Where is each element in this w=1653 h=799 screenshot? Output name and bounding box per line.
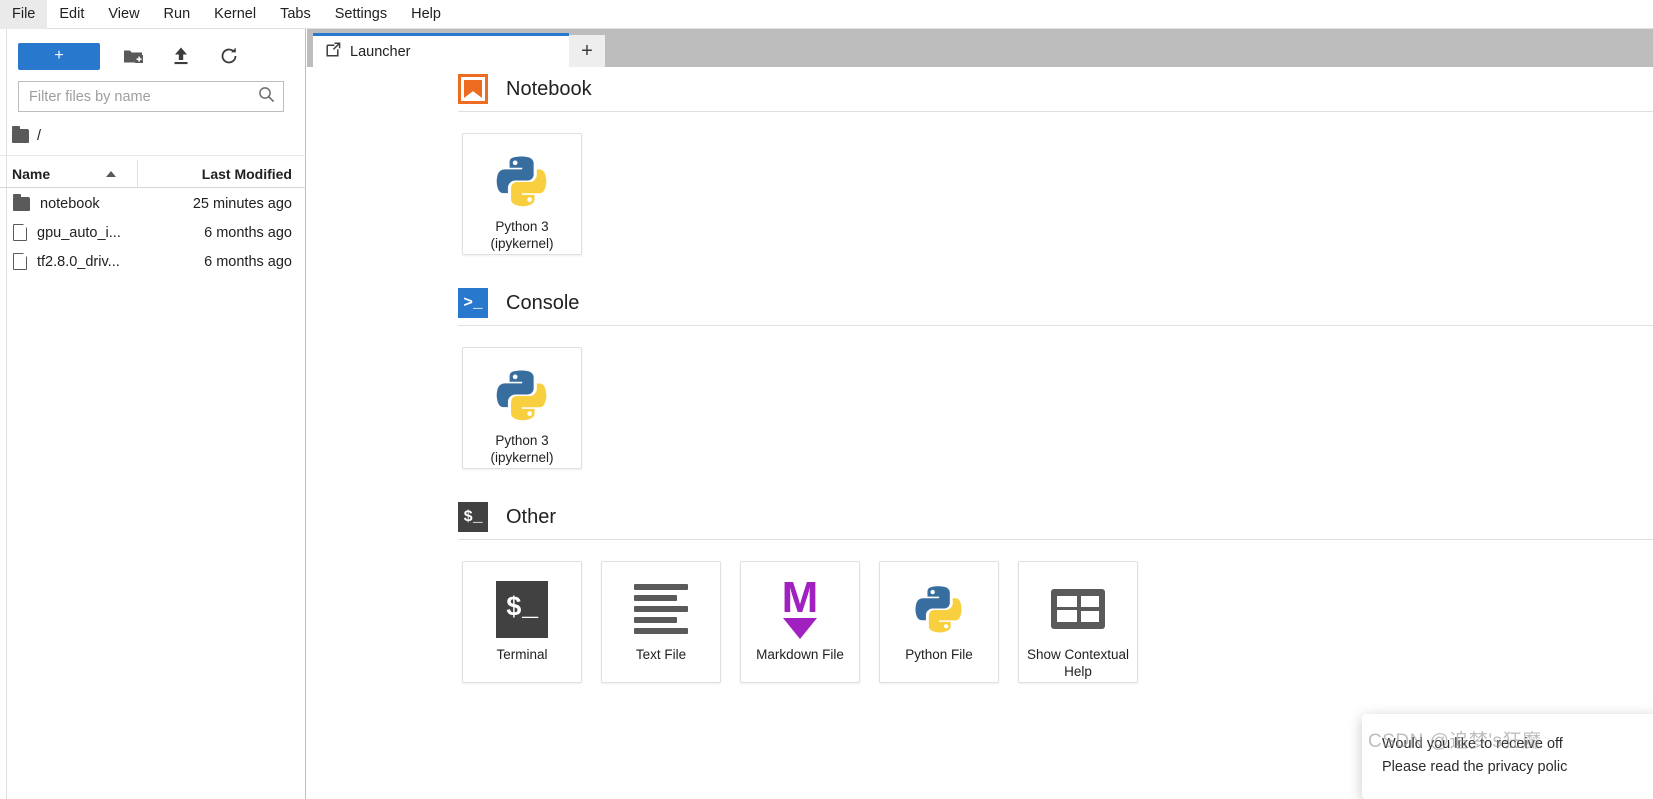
file-modified: 25 minutes ago [192, 195, 292, 212]
card-show-contextual-help[interactable]: Show Contextual Help [1018, 561, 1138, 683]
jupyterlab-window: File Edit View Run Kernel Tabs Settings … [0, 0, 1653, 799]
card-label: Markdown File [756, 647, 844, 662]
tab-launcher[interactable]: Launcher [313, 33, 569, 67]
card-terminal[interactable]: $_ Terminal [462, 561, 582, 683]
notebook-bookmark-icon [458, 74, 488, 104]
card-text-file[interactable]: Text File [601, 561, 721, 683]
file-icon [13, 252, 28, 270]
new-launcher-button[interactable]: + [18, 42, 100, 70]
breadcrumb[interactable]: / [12, 121, 302, 150]
file-list-header: Name Last Modified [0, 160, 306, 188]
card-label-line2: (ipykernel) [490, 236, 554, 251]
card-python-file[interactable]: Python File [879, 561, 999, 683]
card-label-line1: Python 3 [495, 433, 549, 448]
column-header-last-modified-label: Last Modified [201, 165, 292, 182]
markdown-glyph: M [782, 575, 818, 639]
python-logo-icon [494, 364, 550, 426]
menu-item-run[interactable]: Run [152, 0, 203, 29]
file-modified: 6 months ago [204, 224, 292, 241]
section-console-cards: Python 3 (ipykernel) [307, 326, 1653, 469]
refresh-icon[interactable] [214, 43, 244, 70]
column-header-last-modified[interactable]: Last Modified [138, 160, 306, 187]
card-label-line2: Help [1064, 664, 1092, 679]
sort-ascending-caret-icon [106, 170, 117, 177]
breadcrumb-path: / [37, 127, 42, 144]
consent-dialog[interactable]: Would you like to receive off Please rea… [1362, 714, 1653, 799]
tab-launcher-label: Launcher [350, 43, 411, 60]
file-browser-panel: + Filter files by name / Name Last Modif… [0, 29, 306, 799]
terminal-icon: $_ [496, 578, 548, 640]
python-logo-icon [494, 150, 550, 212]
file-list-item[interactable]: tf2.8.0_driv... 6 months ago [0, 247, 306, 276]
file-name: notebook [40, 195, 100, 212]
column-header-name-label: Name [12, 165, 51, 182]
text-file-icon [634, 578, 688, 640]
menu-item-file[interactable]: File [0, 0, 48, 29]
new-folder-icon[interactable] [118, 43, 148, 70]
consent-dialog-line1: Would you like to receive off [1382, 736, 1563, 752]
file-browser-toolbar: + [7, 36, 306, 76]
file-name: gpu_auto_i... [37, 224, 121, 241]
menu-item-view[interactable]: View [96, 0, 151, 29]
section-console-title: Console [506, 291, 580, 314]
file-icon [13, 223, 28, 241]
card-markdown-file[interactable]: M Markdown File [740, 561, 860, 683]
card-label: Python File [905, 647, 973, 662]
console-prompt-icon: >_ [458, 288, 488, 318]
folder-icon [12, 125, 29, 143]
card-label-line1: Show Contextual [1026, 647, 1130, 662]
left-activity-strip [0, 29, 7, 799]
menu-item-help[interactable]: Help [399, 0, 453, 29]
text-lines-icon [634, 584, 688, 634]
shell-prompt-icon: $_ [458, 502, 488, 532]
file-list: notebook 25 minutes ago gpu_auto_i... 6 … [0, 189, 306, 276]
card-label: Show Contextual Help [1025, 646, 1131, 680]
section-notebook-title: Notebook [506, 77, 592, 100]
terminal-glyph: $_ [496, 580, 548, 638]
tab-bar: Launcher + [307, 29, 1653, 67]
section-notebook-header: Notebook [307, 67, 1653, 111]
python-logo-icon [913, 578, 965, 640]
filter-files-input[interactable] [29, 88, 258, 105]
launcher-panel: Notebook Python 3 (ipykernel) >_ Console… [307, 67, 1653, 799]
new-tab-button[interactable]: + [569, 35, 605, 67]
card-label: Terminal [496, 647, 548, 662]
card-label-line1: Python 3 [495, 219, 549, 234]
main-area: Launcher + Notebook Python 3 (ipykernel)… [307, 29, 1653, 799]
file-modified: 6 months ago [204, 253, 292, 270]
menu-item-kernel[interactable]: Kernel [202, 0, 268, 29]
contextual-help-icon [1051, 578, 1105, 640]
file-list-item[interactable]: notebook 25 minutes ago [0, 189, 306, 218]
upload-icon[interactable] [166, 43, 196, 70]
launcher-icon [326, 42, 341, 61]
menu-item-settings[interactable]: Settings [323, 0, 399, 29]
card-label: Python 3 (ipykernel) [469, 432, 575, 466]
consent-dialog-line2: Please read the privacy polic [1382, 759, 1568, 775]
markdown-icon: M [782, 575, 818, 640]
filter-files-box[interactable] [18, 81, 284, 112]
card-label-line2: (ipykernel) [490, 450, 554, 465]
column-header-name[interactable]: Name [0, 160, 138, 187]
section-other-title: Other [506, 505, 557, 528]
file-name: tf2.8.0_driv... [37, 253, 120, 270]
card-label: Text File [635, 647, 687, 662]
section-notebook-cards: Python 3 (ipykernel) [307, 112, 1653, 255]
folder-icon [13, 193, 30, 211]
menu-item-tabs[interactable]: Tabs [268, 0, 323, 29]
menu-bar: File Edit View Run Kernel Tabs Settings … [0, 0, 1653, 29]
file-list-item[interactable]: gpu_auto_i... 6 months ago [0, 218, 306, 247]
section-console-header: >_ Console [307, 281, 1653, 325]
section-other-cards: $_ Terminal Text File M Markdown File Py… [307, 540, 1653, 683]
search-icon [258, 86, 275, 108]
menu-item-edit[interactable]: Edit [47, 0, 96, 29]
help-panel-glyph [1051, 589, 1105, 629]
card-notebook-python3[interactable]: Python 3 (ipykernel) [462, 133, 582, 255]
breadcrumb-divider [0, 155, 306, 156]
section-other-header: $_ Other [307, 495, 1653, 539]
card-label: Python 3 (ipykernel) [469, 218, 575, 252]
card-console-python3[interactable]: Python 3 (ipykernel) [462, 347, 582, 469]
